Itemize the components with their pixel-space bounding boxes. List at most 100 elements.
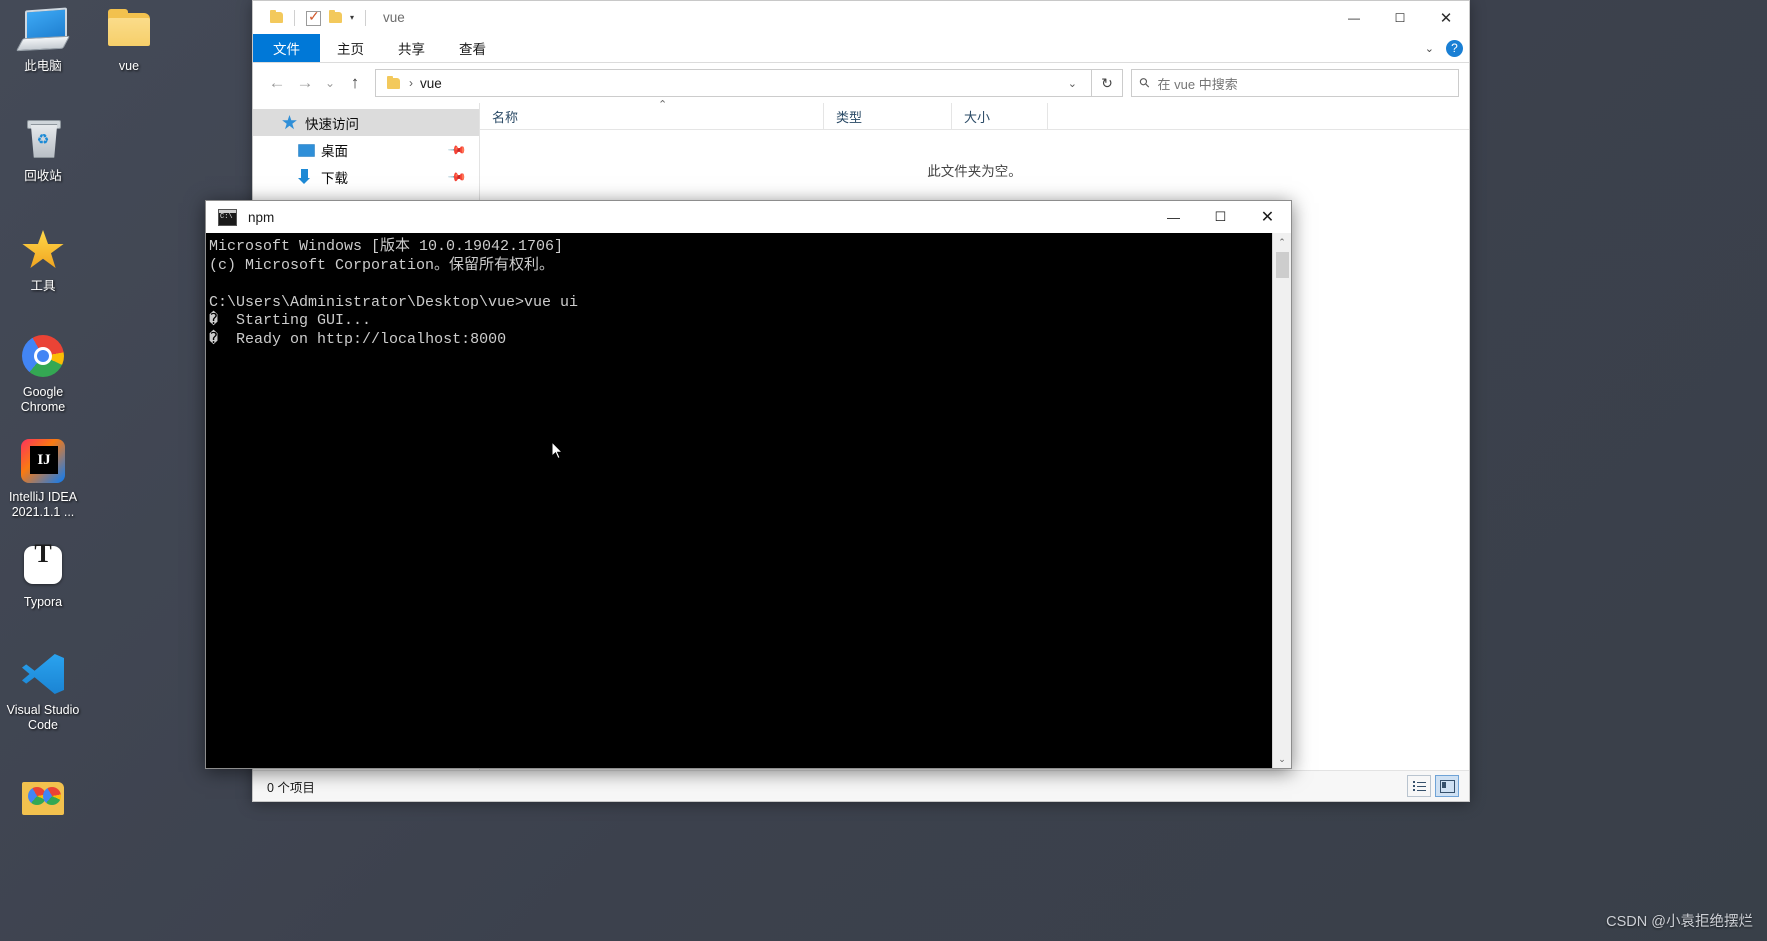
chevron-down-icon[interactable]: ⌄ [1060, 77, 1085, 90]
desktop-icon-recycle-bin[interactable]: ♻ 回收站 [0, 116, 86, 184]
console-output[interactable]: Microsoft Windows [版本 10.0.19042.1706] (… [206, 233, 1272, 768]
scrollbar-thumb[interactable] [1275, 252, 1289, 278]
help-icon[interactable]: ? [1446, 39, 1463, 57]
quick-access-toolbar[interactable]: ▾ [253, 7, 373, 29]
chevron-down-icon[interactable]: ▾ [346, 13, 358, 22]
desktop-icon-label: 此电脑 [24, 59, 62, 73]
computer-icon [15, 6, 71, 54]
cmd-title-bar[interactable]: npm — ☐ ✕ [206, 201, 1291, 233]
search-icon: ⚲ [1135, 73, 1154, 92]
tab-file[interactable]: 文件 [253, 34, 320, 62]
column-headers[interactable]: 名称 ⌃ 类型 大小 [480, 99, 1469, 130]
column-header-name[interactable]: 名称 ⌃ [480, 99, 824, 129]
desktop-icon [297, 141, 315, 158]
close-button[interactable]: ✕ [1423, 1, 1469, 34]
maximize-button[interactable]: ☐ [1377, 1, 1423, 34]
item-count-label: 0 个项目 [267, 780, 315, 795]
folder-icon[interactable] [265, 7, 287, 29]
recent-locations-button[interactable]: ⌄ [319, 68, 341, 98]
close-button[interactable]: ✕ [1244, 201, 1291, 233]
desktop-icon-label: Visual Studio Code [6, 703, 80, 732]
explorer-window-title: vue [383, 10, 405, 25]
refresh-button[interactable]: ↻ [1092, 69, 1123, 97]
cmd-scrollbar[interactable]: ⌃ ⌄ [1272, 233, 1291, 768]
status-bar: 0 个项目 [253, 770, 1469, 801]
minimize-button[interactable]: — [1150, 201, 1197, 233]
browser-folder-icon [19, 775, 67, 823]
divider [294, 9, 295, 26]
scroll-up-button[interactable]: ⌃ [1273, 233, 1291, 251]
column-header-label: 大小 [964, 109, 991, 125]
sidebar-item-desktop[interactable]: 桌面 📌 [253, 136, 479, 163]
column-header-type[interactable]: 类型 [824, 103, 952, 129]
view-mode-buttons[interactable] [1407, 775, 1459, 797]
details-view-button[interactable] [1407, 775, 1431, 797]
cmd-window-controls[interactable]: — ☐ ✕ [1150, 201, 1291, 233]
chevron-right-icon[interactable]: › [402, 76, 420, 90]
chevron-down-icon[interactable]: ⌄ [1425, 42, 1434, 55]
sidebar-item-label: 桌面 [321, 143, 348, 159]
tab-view[interactable]: 查看 [442, 34, 503, 62]
sort-ascending-icon: ⌃ [658, 99, 668, 111]
breadcrumb[interactable]: › vue ⌄ [375, 69, 1092, 97]
recycle-bin-icon: ♻ [19, 116, 67, 164]
pin-icon[interactable]: 📌 [447, 140, 467, 160]
desktop-icon-browser-folder[interactable] [0, 775, 86, 823]
desktop-icon-label: 工具 [30, 279, 56, 293]
desktop-icon-vue-folder[interactable]: vue [86, 6, 172, 74]
explorer-title-bar[interactable]: ▾ vue — ☐ ✕ [253, 1, 1469, 34]
breadcrumb-segment-vue[interactable]: vue [420, 76, 442, 91]
desktop-icon-vscode[interactable]: Visual Studio Code [0, 650, 86, 733]
large-icons-view-icon [1439, 779, 1455, 793]
star-icon [281, 114, 298, 131]
desktop-icon-typora[interactable]: T Typora [0, 541, 86, 610]
ribbon-right-controls[interactable]: ⌄ ? [1425, 34, 1463, 62]
download-icon [297, 168, 314, 185]
csdn-watermark: CSDN @小袁拒绝摆烂 [1606, 914, 1753, 930]
search-placeholder: 在 vue 中搜索 [1157, 76, 1238, 92]
desktop[interactable]: 此电脑 ♻ 回收站 工具 Google Chrome IJ IntelliJ I… [0, 0, 1767, 941]
star-folder-icon [19, 226, 67, 274]
desktop-icon-tools[interactable]: 工具 [0, 226, 86, 294]
desktop-icon-this-pc[interactable]: 此电脑 [0, 6, 86, 74]
vscode-icon [19, 650, 67, 698]
tab-share[interactable]: 共享 [381, 34, 442, 62]
divider [365, 9, 367, 26]
console-icon [218, 208, 237, 226]
column-header-label: 类型 [836, 109, 863, 125]
sidebar-item-downloads[interactable]: 下载 📌 [253, 163, 479, 190]
sidebar-item-quick-access[interactable]: 快速访问 [253, 109, 479, 136]
desktop-icon-intellij-idea[interactable]: IJ IntelliJ IDEA 2021.1.1 ... [0, 437, 86, 520]
maximize-button[interactable]: ☐ [1197, 201, 1244, 233]
command-prompt-window[interactable]: npm — ☐ ✕ Microsoft Windows [版本 10.0.190… [205, 200, 1292, 769]
explorer-window-controls[interactable]: — ☐ ✕ [1331, 1, 1469, 34]
large-icons-view-button[interactable] [1435, 775, 1459, 797]
desktop-icon-label: vue [118, 59, 140, 73]
column-header-label: 名称 [492, 109, 519, 125]
cmd-body: Microsoft Windows [版本 10.0.19042.1706] (… [206, 233, 1291, 768]
desktop-icon-google-chrome[interactable]: Google Chrome [0, 332, 86, 415]
folder-icon [382, 73, 402, 93]
back-button[interactable]: ← [263, 68, 291, 98]
properties-checkbox-icon[interactable] [302, 7, 324, 29]
forward-button[interactable]: → [291, 68, 319, 98]
desktop-icon-label: Typora [23, 595, 63, 609]
column-header-size[interactable]: 大小 [952, 103, 1048, 129]
tab-home[interactable]: 主页 [320, 34, 381, 62]
up-button[interactable]: ↑ [341, 68, 369, 98]
search-input[interactable]: ⚲ 在 vue 中搜索 [1131, 69, 1459, 97]
desktop-icon-label: 回收站 [24, 169, 62, 183]
desktop-icon-label: Google Chrome [20, 385, 66, 414]
intellij-idea-icon: IJ [19, 437, 67, 485]
ribbon-tab-bar[interactable]: 文件 主页 共享 查看 ⌄ ? [253, 34, 1469, 63]
sidebar-item-label: 快速访问 [305, 116, 359, 132]
details-view-icon [1412, 780, 1426, 792]
minimize-button[interactable]: — [1331, 1, 1377, 34]
typora-icon: T [19, 541, 67, 590]
pin-icon[interactable]: 📌 [447, 167, 467, 187]
desktop-icon-column: 此电脑 ♻ 回收站 工具 Google Chrome IJ IntelliJ I… [0, 6, 86, 835]
address-bar[interactable]: ← → ⌄ ↑ › vue ⌄ ↻ ⚲ 在 vue 中搜索 [253, 63, 1469, 103]
chrome-icon [19, 332, 67, 380]
new-folder-icon[interactable] [324, 7, 346, 29]
scroll-down-button[interactable]: ⌄ [1273, 750, 1291, 768]
